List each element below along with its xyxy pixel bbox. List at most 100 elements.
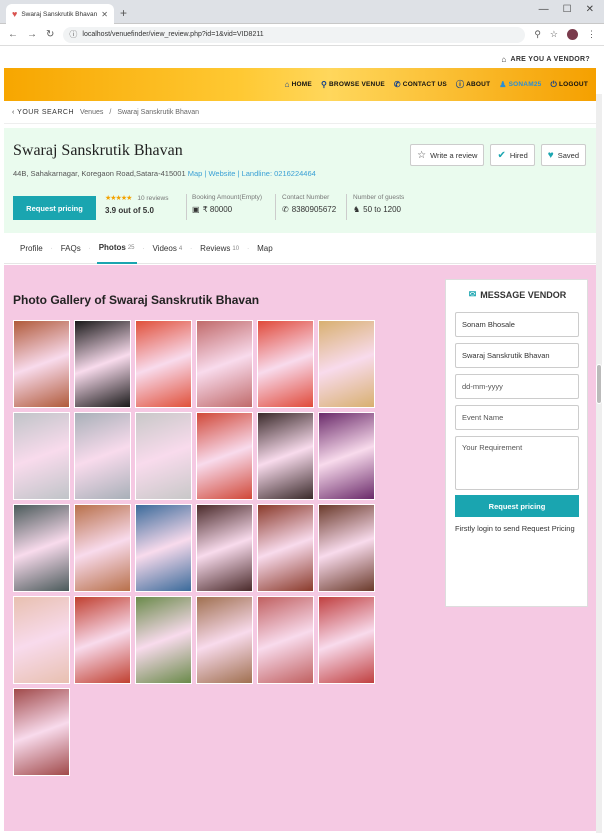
web-page: ⌂ ARE YOU A VENDOR? ⌂ HOME ⚲ BROWSE VENUE …: [0, 46, 604, 833]
scrollbar-thumb[interactable]: [596, 364, 602, 404]
tab-reviews[interactable]: Reviews 10: [198, 234, 241, 264]
breadcrumb-separator: /: [109, 109, 112, 116]
back-to-search[interactable]: ‹ YOUR SEARCH: [12, 109, 74, 116]
page-scrollbar[interactable]: [596, 94, 602, 833]
new-tab-button[interactable]: +: [120, 6, 127, 20]
zoom-icon[interactable]: ⚲: [534, 29, 541, 40]
user-icon: ♟: [499, 80, 507, 89]
gallery-photo[interactable]: [318, 504, 375, 592]
nav-user[interactable]: ♟ SONAM25: [499, 80, 541, 89]
gallery-photo[interactable]: [196, 320, 253, 408]
forward-icon[interactable]: →: [27, 29, 37, 40]
back-label: YOUR SEARCH: [17, 109, 74, 116]
breadcrumb-venues[interactable]: Venues: [80, 109, 103, 116]
date-field[interactable]: dd-mm-yyyy: [455, 374, 579, 399]
gallery-photo[interactable]: [13, 688, 70, 776]
close-tab-icon[interactable]: ✕: [101, 10, 108, 19]
vendor-link[interactable]: ARE YOU A VENDOR?: [510, 56, 590, 63]
name-field[interactable]: Sonam Bhosale: [455, 312, 579, 337]
hired-label: Hired: [509, 150, 528, 160]
tab-photos[interactable]: Photos 25: [96, 234, 137, 264]
url-field[interactable]: ⓘ localhost/venuefinder/view_review.php?…: [63, 26, 526, 43]
request-pricing-button[interactable]: Request pricing: [13, 196, 96, 220]
tab-videos-count: 4: [178, 245, 183, 252]
info-icon: ⓘ: [455, 80, 465, 89]
landline-link[interactable]: Landline: 0216224464: [242, 169, 316, 178]
tab-profile[interactable]: Profile: [18, 234, 45, 264]
envelope-icon: ✉: [468, 289, 477, 299]
nav-about[interactable]: ⓘ ABOUT: [456, 79, 490, 90]
gallery-photo[interactable]: [13, 504, 70, 592]
tab-photos-count: 25: [127, 244, 135, 251]
vendor-request-pricing-button[interactable]: Request pricing: [455, 495, 579, 517]
gallery-photo[interactable]: [74, 412, 131, 500]
bookmark-star-icon[interactable]: ☆: [550, 29, 558, 40]
tab-videos[interactable]: Videos 4: [151, 234, 185, 264]
profile-avatar[interactable]: [567, 29, 578, 40]
gallery-photo[interactable]: [196, 596, 253, 684]
guests-stat: Number of guests ♞ 50 to 1200: [353, 194, 404, 214]
nav-user-label: SONAM25: [508, 81, 542, 88]
reload-icon[interactable]: ↻: [46, 29, 54, 40]
hired-button[interactable]: ✔ Hired: [490, 144, 535, 166]
main-nav: ⌂ HOME ⚲ BROWSE VENUE ✆ CONTACT US ⓘ ABOUT ♟…: [4, 68, 596, 101]
gallery-photo[interactable]: [257, 504, 314, 592]
tab-profile-label: Profile: [20, 244, 43, 253]
divider: [346, 194, 347, 220]
venue-header: Swaraj Sanskrutik Bhavan 44B, Sahakarnag…: [4, 128, 596, 233]
info-circle-icon: ⓘ: [69, 30, 78, 39]
reviews-count[interactable]: 10 reviews: [137, 195, 168, 202]
gallery-photo[interactable]: [257, 596, 314, 684]
url-text: localhost/venuefinder/view_review.php?id…: [82, 31, 264, 38]
minimize-icon[interactable]: —: [539, 4, 549, 15]
rating-text: 3.9 out of 5.0: [105, 206, 154, 215]
gallery-photo[interactable]: [13, 596, 70, 684]
map-link[interactable]: Map: [188, 169, 203, 178]
requirement-field[interactable]: Your Requirement: [455, 436, 579, 490]
venue-address: 44B, Sahakarnagar, Koregaon Road,Satara-…: [13, 169, 186, 178]
venue-address-line: 44B, Sahakarnagar, Koregaon Road,Satara-…: [13, 169, 316, 178]
nav-contact[interactable]: ✆ CONTACT US: [394, 80, 447, 89]
gallery-photo[interactable]: [318, 596, 375, 684]
gallery-photo[interactable]: [74, 320, 131, 408]
write-review-button[interactable]: ☆ Write a review: [410, 144, 485, 166]
gallery-photo[interactable]: [318, 320, 375, 408]
gallery-photo[interactable]: [135, 504, 192, 592]
gallery-photo[interactable]: [257, 320, 314, 408]
gallery-photo[interactable]: [318, 412, 375, 500]
divider: [186, 194, 187, 220]
divider: [275, 194, 276, 220]
gallery-photo[interactable]: [196, 412, 253, 500]
nav-browse-venue[interactable]: ⚲ BROWSE VENUE: [321, 80, 385, 89]
website-link[interactable]: Website: [208, 169, 235, 178]
gallery-photo[interactable]: [196, 504, 253, 592]
tab-map-label: Map: [257, 244, 273, 253]
gallery-photo[interactable]: [74, 596, 131, 684]
phone-icon: ✆: [282, 205, 289, 214]
power-icon: ⏻: [550, 79, 557, 89]
money-icon: ▣: [192, 205, 200, 214]
event-name-field[interactable]: Event Name: [455, 405, 579, 430]
browser-tabbar: ♥ Swaraj Sanskrutik Bhavan ✕ + — ☐ ✕: [0, 0, 604, 24]
maximize-icon[interactable]: ☐: [563, 4, 572, 15]
tab-faqs[interactable]: FAQs: [59, 234, 83, 264]
venue-name: Swaraj Sanskrutik Bhavan: [13, 142, 183, 159]
nav-home[interactable]: ⌂ HOME: [285, 80, 312, 89]
gallery-photo[interactable]: [135, 412, 192, 500]
browser-tab[interactable]: ♥ Swaraj Sanskrutik Bhavan ✕: [6, 4, 114, 24]
venue-field[interactable]: Swaraj Sanskrutik Bhavan: [455, 343, 579, 368]
back-icon[interactable]: ←: [8, 29, 18, 40]
menu-icon[interactable]: ⋮: [587, 29, 596, 40]
tab-map[interactable]: Map: [255, 234, 275, 264]
nav-logout[interactable]: ⏻ LOGOUT: [550, 80, 588, 90]
gallery-photo[interactable]: [13, 320, 70, 408]
gallery-photo[interactable]: [13, 412, 70, 500]
gallery-photo[interactable]: [135, 320, 192, 408]
close-window-icon[interactable]: ✕: [586, 4, 594, 15]
gallery-photo[interactable]: [257, 412, 314, 500]
gallery-photo[interactable]: [74, 504, 131, 592]
nav-home-label: HOME: [291, 81, 312, 88]
home-icon: ⌂: [284, 80, 290, 89]
saved-button[interactable]: ♥ Saved: [540, 144, 586, 166]
gallery-photo[interactable]: [135, 596, 192, 684]
